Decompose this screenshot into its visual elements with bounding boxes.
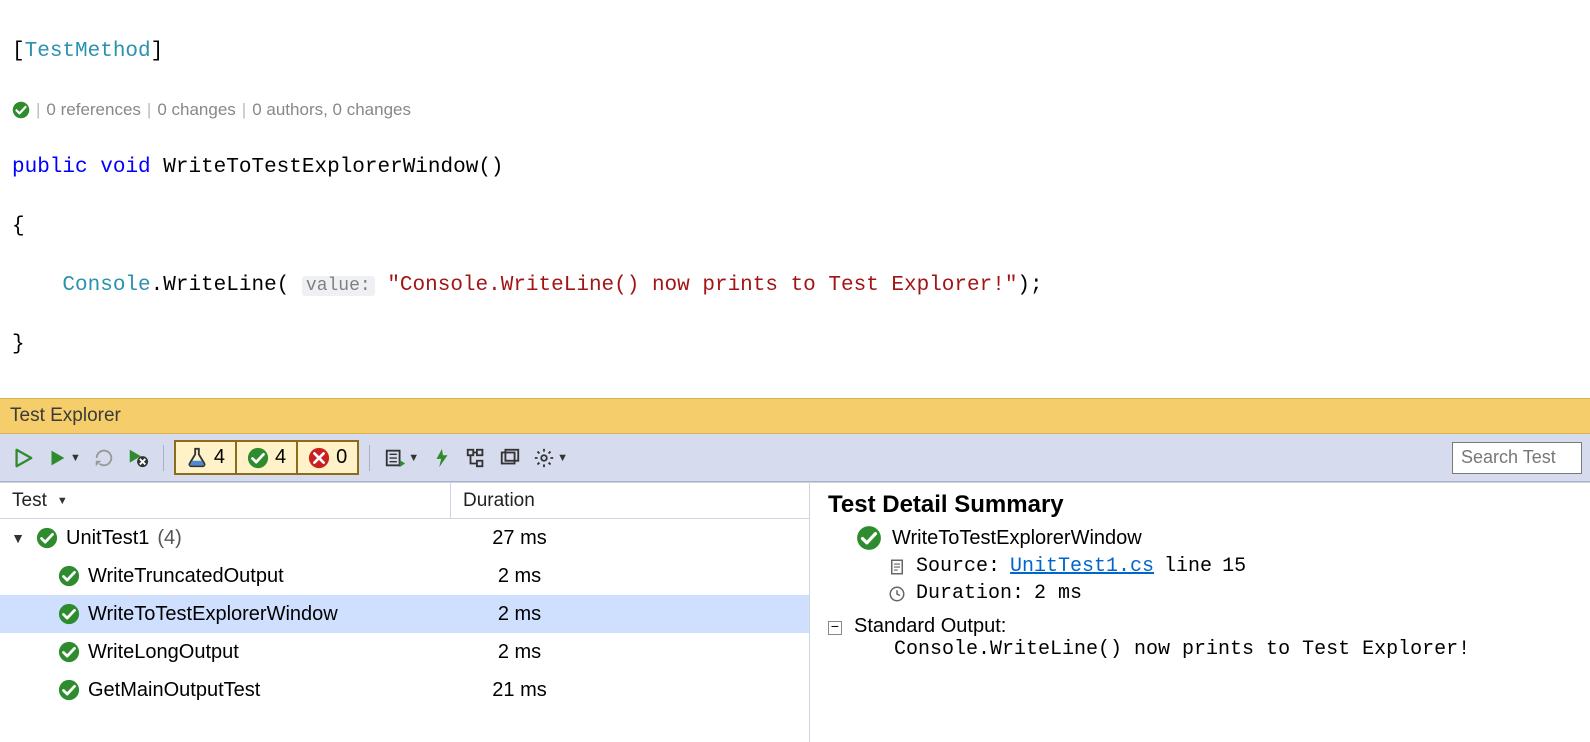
- codelens-sep: |: [147, 98, 151, 122]
- pass-icon: [856, 525, 882, 551]
- search-input[interactable]: Search Test: [1452, 442, 1582, 474]
- standard-output-block: − Standard Output: Console.WriteLine() n…: [828, 615, 1572, 661]
- code-line-attribute: [TestMethod]: [12, 37, 1578, 66]
- bracket-close: ]: [151, 40, 164, 63]
- playlist-button[interactable]: ▼: [380, 442, 423, 474]
- tree-rows: ▼ UnitTest1 (4) 27 ms WriteTruncatedOutp…: [0, 519, 809, 742]
- group-duration: 27 ms: [450, 527, 809, 550]
- test-counters: 4 4 0: [174, 440, 359, 475]
- pass-icon: [58, 603, 80, 625]
- code-line-brace-open: {: [12, 212, 1578, 241]
- test-duration: 21 ms: [450, 679, 809, 702]
- test-name: WriteToTestExplorerWindow: [88, 603, 338, 626]
- pass-icon: [58, 679, 80, 701]
- counter-passed[interactable]: 4: [237, 442, 298, 473]
- attribute-name: TestMethod: [25, 40, 151, 63]
- output-label: Standard Output:: [854, 615, 1572, 638]
- test-explorer-toolbar: ▼ 4 4 0 ▼ ▼ Search Test: [0, 434, 1590, 482]
- duration-label: Duration:: [916, 582, 1024, 605]
- pass-icon: [12, 101, 30, 119]
- codelens-authors[interactable]: 0 authors, 0 changes: [252, 98, 411, 122]
- keyword-public: public: [12, 156, 88, 179]
- keyword-void: void: [100, 156, 150, 179]
- repeat-last-button[interactable]: [89, 442, 119, 474]
- test-row[interactable]: WriteTruncatedOutput 2 ms: [0, 557, 809, 595]
- test-name: WriteLongOutput: [88, 641, 239, 664]
- source-file-link[interactable]: UnitTest1.cs: [1010, 555, 1154, 578]
- test-row[interactable]: WriteLongOutput 2 ms: [0, 633, 809, 671]
- source-label: Source:: [916, 555, 1000, 578]
- test-row[interactable]: GetMainOutputTest 21 ms: [0, 671, 809, 709]
- code-line-brace-close: }: [12, 330, 1578, 359]
- inline-hint: value:: [302, 276, 375, 296]
- toolbar-separator: [163, 445, 164, 471]
- search-placeholder: Search Test: [1461, 447, 1556, 468]
- codelens-references[interactable]: 0 references: [46, 98, 141, 122]
- test-detail-pane: Test Detail Summary WriteToTestExplorerW…: [810, 483, 1590, 742]
- hierarchy-button[interactable]: [461, 442, 491, 474]
- chevron-down-icon: ▼: [57, 495, 68, 507]
- source-line-number: 15: [1222, 555, 1246, 578]
- bracket-open: [: [12, 40, 25, 63]
- detail-test-name: WriteToTestExplorerWindow: [892, 527, 1142, 550]
- expand-toggle[interactable]: ▼: [8, 530, 28, 546]
- test-duration: 2 ms: [450, 603, 809, 626]
- counter-passed-value: 4: [275, 446, 286, 469]
- code-line-signature: public void WriteToTestExplorerWindow(): [12, 153, 1578, 182]
- settings-button[interactable]: ▼: [529, 442, 572, 474]
- column-header-test[interactable]: Test ▼: [0, 490, 450, 512]
- flask-icon: [186, 447, 208, 469]
- method-name: WriteToTestExplorerWindow: [163, 156, 478, 179]
- code-editor[interactable]: [TestMethod] | 0 references | 0 changes …: [0, 0, 1590, 398]
- test-name: GetMainOutputTest: [88, 679, 260, 702]
- test-name: WriteTruncatedOutput: [88, 565, 284, 588]
- run-until-failure-button[interactable]: [123, 442, 153, 474]
- type-console: Console: [62, 274, 150, 297]
- test-row[interactable]: WriteToTestExplorerWindow 2 ms: [0, 595, 809, 633]
- counter-failed-value: 0: [336, 446, 347, 469]
- source-line-prefix: line: [1164, 555, 1212, 578]
- chevron-down-icon: ▼: [70, 452, 81, 464]
- test-explorer-body: Test ▼ Duration ▼ UnitTest1 (4) 27 ms Wr…: [0, 482, 1590, 742]
- method-writeline: WriteLine: [163, 274, 276, 297]
- codelens-sep: |: [36, 98, 40, 122]
- parens: (): [478, 156, 503, 179]
- output-text: Console.WriteLine() now prints to Test E…: [894, 638, 1572, 661]
- collapse-toggle[interactable]: −: [828, 621, 842, 635]
- counter-total[interactable]: 4: [176, 442, 237, 473]
- test-group-row[interactable]: ▼ UnitTest1 (4) 27 ms: [0, 519, 809, 557]
- duration-value: 2 ms: [1034, 582, 1082, 605]
- codelens-bar: | 0 references | 0 changes | 0 authors, …: [12, 98, 1578, 122]
- codelens-sep: |: [242, 98, 246, 122]
- pass-icon: [58, 565, 80, 587]
- chevron-down-icon: ▼: [408, 452, 419, 464]
- counter-failed[interactable]: 0: [298, 442, 357, 473]
- group-name: UnitTest1: [66, 527, 149, 550]
- fail-icon: [308, 447, 330, 469]
- detail-heading: Test Detail Summary: [828, 491, 1572, 519]
- code-line-call: Console.WriteLine( value: "Console.Write…: [12, 271, 1578, 300]
- test-duration: 2 ms: [450, 641, 809, 664]
- codelens-changes[interactable]: 0 changes: [157, 98, 235, 122]
- pass-icon: [36, 527, 58, 549]
- run-all-button[interactable]: [8, 442, 38, 474]
- string-literal: "Console.WriteLine() now prints to Test …: [387, 274, 1017, 297]
- document-icon: [888, 558, 906, 576]
- column-header-duration[interactable]: Duration: [450, 483, 809, 518]
- group-count: (4): [157, 527, 181, 550]
- panel-title[interactable]: Test Explorer: [0, 398, 1590, 434]
- run-after-build-button[interactable]: [427, 442, 457, 474]
- counter-total-value: 4: [214, 446, 225, 469]
- clock-icon: [888, 585, 906, 603]
- run-button[interactable]: ▼: [42, 442, 85, 474]
- pass-icon: [247, 447, 269, 469]
- show-windows-button[interactable]: [495, 442, 525, 474]
- chevron-down-icon: ▼: [557, 452, 568, 464]
- test-duration: 2 ms: [450, 565, 809, 588]
- test-tree-pane: Test ▼ Duration ▼ UnitTest1 (4) 27 ms Wr…: [0, 483, 810, 742]
- tree-header: Test ▼ Duration: [0, 483, 809, 519]
- toolbar-separator: [369, 445, 370, 471]
- pass-icon: [58, 641, 80, 663]
